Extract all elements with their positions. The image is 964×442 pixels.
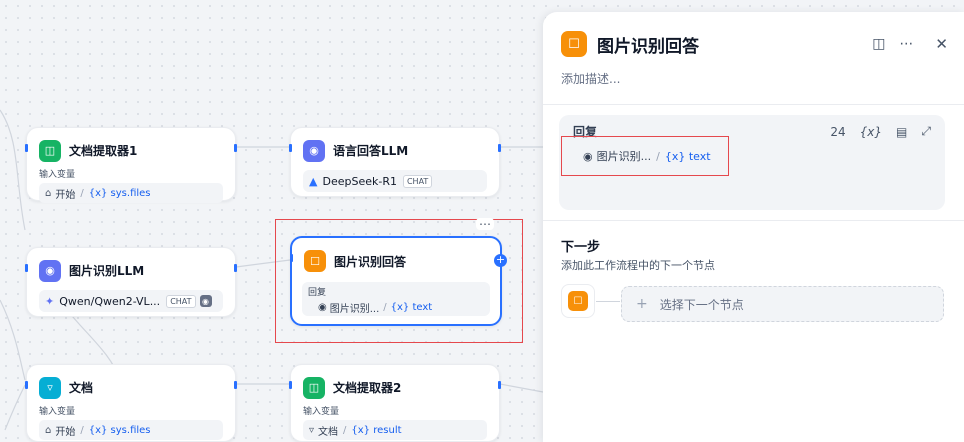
answer-icon: ☐ (568, 291, 588, 311)
answer-icon: ☐ (561, 31, 587, 57)
reply-preview: 回复 ◉ 图片识别... / {x} text (302, 282, 490, 316)
more-icon[interactable]: ⋯ (476, 218, 494, 230)
reply-var: ◉ 图片识别... / {x} text (318, 302, 433, 315)
node-input-var: ⌂ 开始 / {x} sys.files (39, 183, 223, 203)
insert-variable-icon[interactable]: {x} (860, 125, 882, 139)
source-handle[interactable] (498, 381, 501, 389)
reply-label: 回复 (308, 288, 327, 298)
char-count: 24 (830, 124, 846, 139)
target-handle[interactable] (25, 381, 28, 389)
target-handle[interactable] (289, 381, 292, 389)
node-title: 文档 (69, 381, 94, 395)
close-icon[interactable]: ✕ (935, 35, 948, 53)
panel-title[interactable]: 图片识别回答 (597, 32, 699, 57)
model-selector: ✦ Qwen/Qwen2-VL... CHAT ◉ (39, 290, 223, 312)
node-llm-lang[interactable]: ◉ 语言回答LLM ▲ DeepSeek-R1 CHAT (289, 127, 501, 197)
target-handle[interactable] (289, 144, 292, 152)
source-handle[interactable] (498, 144, 501, 152)
node-doc[interactable]: ▿ 文档 输入变量 ⌂ 开始 / {x} sys.files (25, 364, 237, 442)
node-input-var: ▿ 文档 / {x} result (303, 420, 487, 440)
node-input-label: 输入变量 (39, 170, 76, 180)
answer-icon: ☐ (304, 250, 326, 272)
expand-icon[interactable]: ⤢ (921, 124, 931, 139)
add-next-node-icon[interactable]: + (494, 254, 507, 267)
qwen-logo-icon: ✦ (45, 294, 55, 308)
book-icon[interactable]: ◫ (872, 36, 885, 52)
target-handle[interactable] (25, 264, 28, 272)
doc-extractor-icon: ◫ (303, 376, 325, 399)
plus-icon: + (636, 296, 648, 312)
chat-badge: CHAT (402, 174, 433, 188)
source-handle[interactable] (234, 264, 237, 272)
source-handle[interactable] (234, 144, 237, 152)
copy-icon[interactable]: ▤ (896, 125, 907, 139)
current-node-badge: ☐ (561, 284, 595, 318)
connector-line (596, 301, 620, 302)
divider (543, 220, 964, 221)
next-step-desc: 添加此工作流程中的下一个节点 (561, 259, 715, 272)
node-llm-image[interactable]: ◉ 图片识别LLM ✦ Qwen/Qwen2-VL... CHAT ◉ (25, 247, 237, 317)
node-title: 语言回答LLM (333, 144, 409, 158)
more-icon[interactable]: ⋯ (899, 36, 913, 52)
filter-icon: ▿ (39, 376, 61, 399)
node-doc-extractor-2[interactable]: ◫ 文档提取器2 输入变量 ▿ 文档 / {x} result (289, 364, 501, 442)
node-input-label: 输入变量 (303, 407, 340, 417)
doc-extractor-icon: ◫ (39, 139, 61, 162)
home-icon: ⌂ (45, 187, 52, 199)
node-title: 文档提取器2 (333, 381, 402, 395)
node-title: 图片识别回答 (334, 254, 407, 269)
llm-icon: ◉ (303, 139, 325, 162)
filter-small-icon: ▿ (309, 424, 315, 436)
node-config-panel: ☐ 图片识别回答 ◫ ⋯ ✕ 添加描述... 回复 24 {x} ▤ ⤢ ◉ 图… (543, 12, 964, 442)
vision-icon: ◉ (199, 295, 212, 307)
chat-badge: CHAT (166, 294, 196, 308)
node-title: 文档提取器1 (69, 144, 138, 158)
target-handle[interactable] (25, 144, 28, 152)
highlight-box (561, 136, 729, 176)
target-handle[interactable] (290, 254, 293, 262)
llm-small-icon: ◉ (318, 302, 327, 313)
home-icon: ⌂ (45, 424, 52, 436)
select-next-node-button[interactable]: + 选择下一个节点 (621, 286, 944, 322)
llm-icon: ◉ (39, 259, 61, 282)
node-title: 图片识别LLM (69, 264, 145, 278)
next-step-title: 下一步 (561, 240, 601, 255)
node-answer-image[interactable]: ☐ 图片识别回答 回复 ◉ 图片识别... / {x} text + (290, 236, 507, 326)
divider (543, 104, 964, 105)
node-input-label: 输入变量 (39, 407, 76, 417)
deepseek-logo-icon: ▲ (309, 174, 318, 188)
node-doc-extractor-1[interactable]: ◫ 文档提取器1 输入变量 ⌂ 开始 / {x} sys.files (25, 127, 237, 203)
source-handle[interactable] (234, 381, 237, 389)
node-input-var: ⌂ 开始 / {x} sys.files (39, 420, 223, 440)
description-input[interactable]: 添加描述... (543, 58, 964, 87)
model-selector: ▲ DeepSeek-R1 CHAT (303, 170, 487, 192)
